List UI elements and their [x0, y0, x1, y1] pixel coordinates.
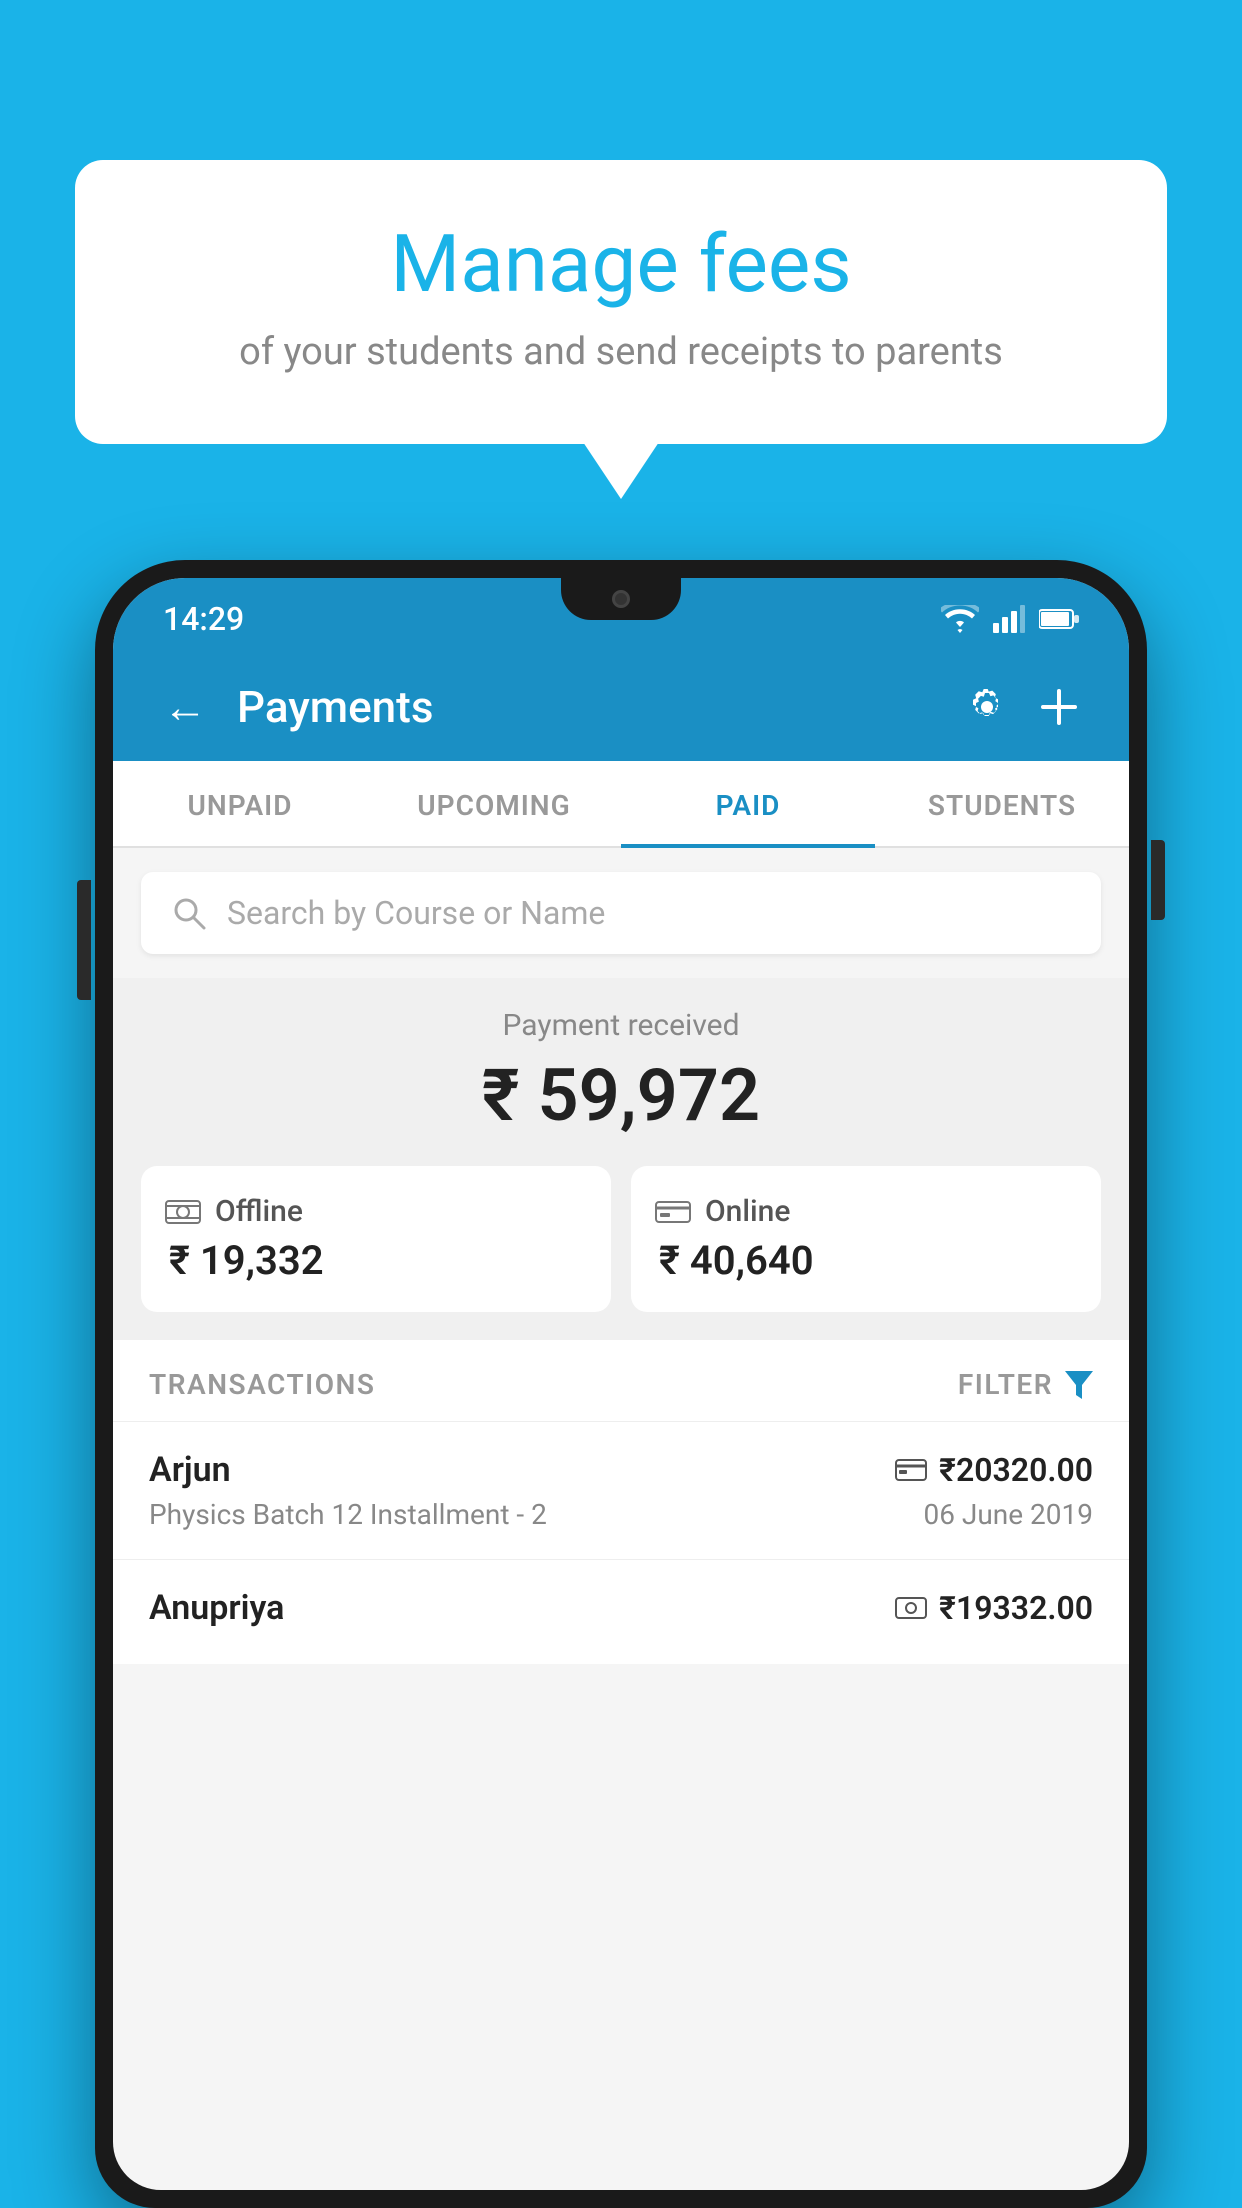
transaction-name-arjun: Arjun [149, 1450, 231, 1490]
tab-paid[interactable]: PAID [621, 761, 875, 848]
transactions-label: TRANSACTIONS [149, 1368, 375, 1401]
status-icons [941, 605, 1079, 633]
filter-label: FILTER [958, 1368, 1053, 1401]
tab-unpaid[interactable]: UNPAID [113, 761, 367, 848]
bubble-title: Manage fees [155, 220, 1087, 308]
header-icons [965, 685, 1079, 729]
phone-screen: 14:29 [113, 578, 1129, 2190]
payment-section: Payment received ₹ 59,972 Offline ₹ 19 [113, 978, 1129, 1340]
transaction-row-anupriya[interactable]: Anupriya ₹19332.00 [113, 1559, 1129, 1664]
bubble-subtitle: of your students and send receipts to pa… [155, 330, 1087, 374]
speech-bubble: Manage fees of your students and send re… [75, 160, 1167, 444]
offline-payment-card: Offline ₹ 19,332 [141, 1166, 611, 1312]
transaction-top: Arjun ₹20320.00 [149, 1450, 1093, 1490]
payment-cards: Offline ₹ 19,332 Online ₹ 40,640 [141, 1166, 1101, 1312]
signal-icon [993, 605, 1025, 633]
battery-icon [1039, 608, 1079, 630]
transaction-course-arjun: Physics Batch 12 Installment - 2 [149, 1498, 547, 1531]
wifi-icon [941, 605, 979, 633]
online-amount: ₹ 40,640 [655, 1237, 1077, 1284]
search-bar[interactable]: Search by Course or Name [141, 872, 1101, 954]
payment-total-amount: ₹ 59,972 [141, 1053, 1101, 1138]
transaction-cash-icon [895, 1596, 927, 1620]
offline-type-label: Offline [215, 1194, 303, 1229]
transaction-date-arjun: 06 June 2019 [923, 1498, 1093, 1531]
tab-upcoming[interactable]: UPCOMING [367, 761, 621, 848]
transactions-header: TRANSACTIONS FILTER [113, 1340, 1129, 1421]
online-payment-card: Online ₹ 40,640 [631, 1166, 1101, 1312]
status-time: 14:29 [163, 600, 244, 638]
transaction-amount-anupriya: ₹19332.00 [939, 1589, 1093, 1627]
transaction-amount-row: ₹20320.00 [895, 1451, 1093, 1489]
header-title: Payments [237, 681, 935, 733]
transaction-name-anupriya: Anupriya [149, 1588, 284, 1628]
search-icon [171, 895, 207, 931]
phone-notch [561, 578, 681, 620]
search-placeholder: Search by Course or Name [227, 894, 605, 932]
transaction-amount-arjun: ₹20320.00 [939, 1451, 1093, 1489]
back-button[interactable]: ← [163, 685, 207, 729]
offline-amount: ₹ 19,332 [165, 1237, 587, 1284]
cash-icon [165, 1198, 201, 1226]
payment-received-label: Payment received [141, 1008, 1101, 1043]
speech-bubble-container: Manage fees of your students and send re… [75, 160, 1167, 444]
transaction-card-icon [895, 1458, 927, 1482]
tab-students[interactable]: STUDENTS [875, 761, 1129, 848]
camera [612, 590, 630, 608]
app-header: ← Payments [113, 653, 1129, 761]
add-icon[interactable] [1039, 687, 1079, 727]
filter-icon [1065, 1371, 1093, 1399]
transaction-top-anupriya: Anupriya ₹19332.00 [149, 1588, 1093, 1628]
phone-frame: 14:29 [95, 560, 1147, 2208]
transaction-row[interactable]: Arjun ₹20320.00 Physics Batch 12 Install… [113, 1421, 1129, 1559]
card-icon [655, 1198, 691, 1226]
settings-icon[interactable] [965, 685, 1009, 729]
filter-section[interactable]: FILTER [958, 1368, 1093, 1401]
transaction-amount-row-anupriya: ₹19332.00 [895, 1589, 1093, 1627]
tabs-bar: UNPAID UPCOMING PAID STUDENTS [113, 761, 1129, 848]
online-type-label: Online [705, 1194, 790, 1229]
transaction-bottom: Physics Batch 12 Installment - 2 06 June… [149, 1498, 1093, 1531]
